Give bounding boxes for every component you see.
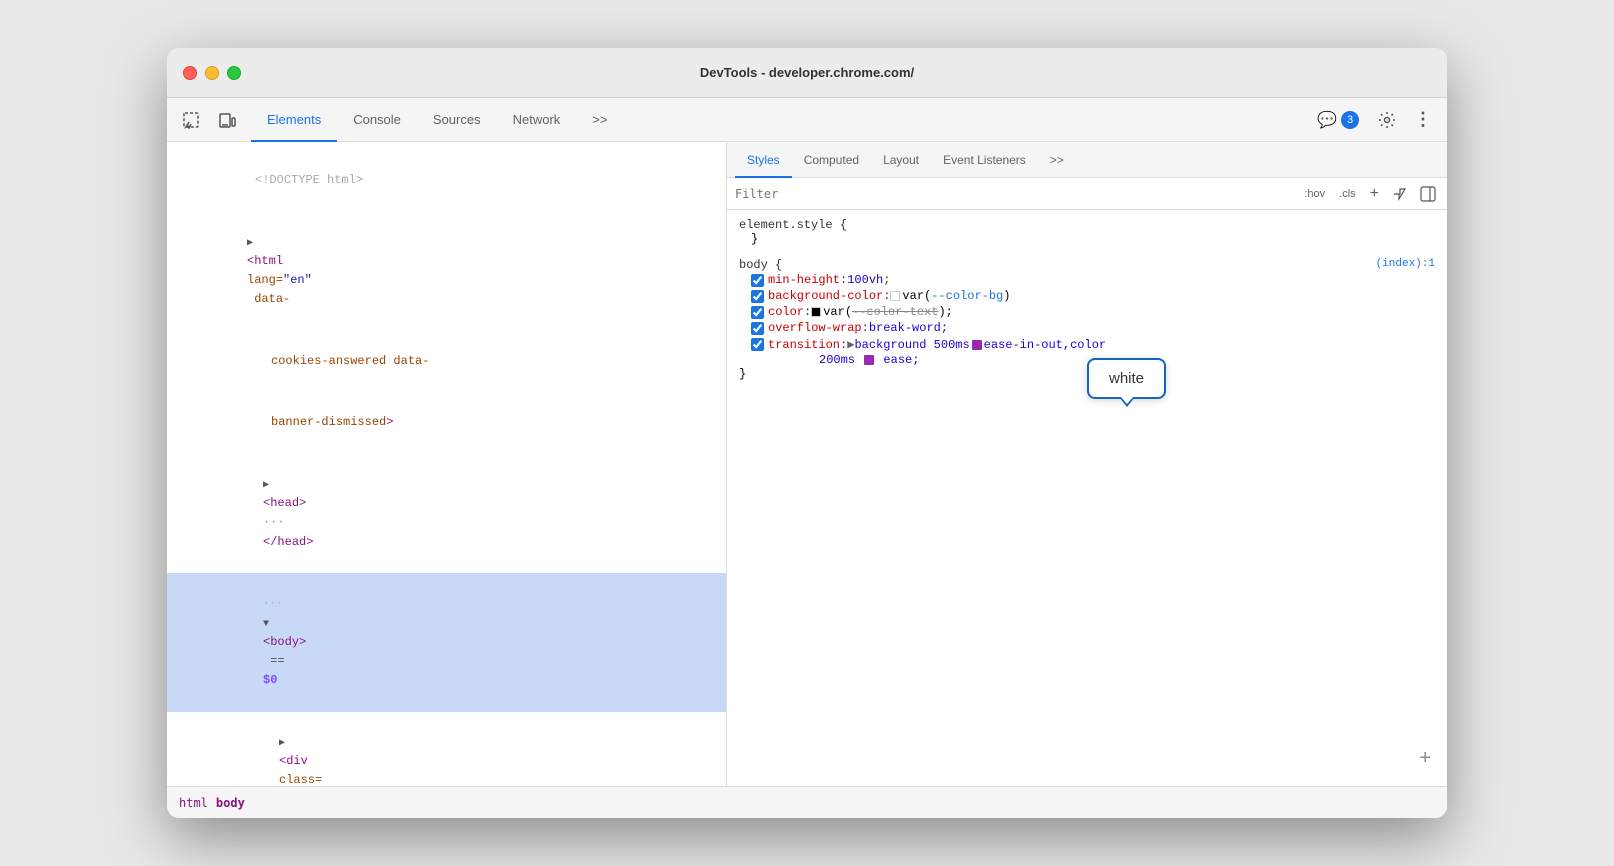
settings-button[interactable] <box>1371 104 1403 136</box>
dom-head-line[interactable]: <head> ··· </head> <box>167 454 726 573</box>
color-tooltip-text: white <box>1109 370 1144 387</box>
body-expand-icon[interactable] <box>263 617 269 633</box>
breadcrumb-html[interactable]: html <box>179 796 208 810</box>
color-tooltip: white <box>1087 358 1166 399</box>
transition-property: transition : ▶ background 500ms ease-in-… <box>739 336 1435 353</box>
close-button[interactable] <box>183 66 197 80</box>
tab-more[interactable]: >> <box>576 98 623 142</box>
color-checkbox[interactable] <box>751 306 764 319</box>
filter-input[interactable] <box>735 187 1292 201</box>
color-bg-var-link[interactable]: --color-bg <box>931 289 1003 303</box>
dom-html-attrs-line: cookies-answered data- <box>167 331 726 393</box>
color-text-var-link[interactable]: --color-text <box>852 305 938 319</box>
min-height-checkbox[interactable] <box>751 274 764 287</box>
filter-actions: :hov .cls + <box>1300 183 1439 205</box>
div-expand-icon[interactable] <box>279 736 285 752</box>
top-toolbar: Elements Console Sources Network >> 💬 <box>167 98 1447 142</box>
transition-expand-arrow[interactable]: ▶ <box>847 337 854 352</box>
filter-bar: :hov .cls + <box>727 178 1447 210</box>
transition-ease-swatch <box>972 340 982 350</box>
inspect-element-button[interactable] <box>175 104 207 136</box>
main-content: <!DOCTYPE html> <html lang="en" data- co… <box>167 142 1447 786</box>
fullscreen-button[interactable] <box>227 66 241 80</box>
toggle-element-state-button[interactable] <box>1389 183 1411 205</box>
tab-elements[interactable]: Elements <box>251 98 337 142</box>
traffic-lights <box>183 66 241 80</box>
tab-sources[interactable]: Sources <box>417 98 497 142</box>
device-toggle-button[interactable] <box>211 104 243 136</box>
element-style-rule: element.style { } <box>739 218 1435 246</box>
css-rules-area[interactable]: element.style { } body { (index):1 <box>727 210 1447 786</box>
dom-div-scaffold-line[interactable]: <div class= "scaffold" > ⟨ <box>167 712 726 786</box>
dom-panel[interactable]: <!DOCTYPE html> <html lang="en" data- co… <box>167 142 727 786</box>
tab-layout[interactable]: Layout <box>871 142 931 178</box>
tab-network[interactable]: Network <box>497 98 577 142</box>
css-source-link[interactable]: (index):1 <box>1376 258 1435 272</box>
html-expand-icon[interactable] <box>247 236 253 252</box>
toolbar-right-actions: 💬 3 ⋮ <box>1309 104 1439 136</box>
tab-more-styles[interactable]: >> <box>1038 142 1076 178</box>
breadcrumb-bar: html body <box>167 786 1447 818</box>
devtools-body: Elements Console Sources Network >> 💬 <box>167 98 1447 818</box>
hov-filter-button[interactable]: :hov <box>1300 186 1329 202</box>
overflow-wrap-property: overflow-wrap : break-word; <box>739 320 1435 336</box>
more-options-button[interactable]: ⋮ <box>1407 104 1439 136</box>
transition-ease2-swatch <box>864 355 874 365</box>
dom-body-line[interactable]: ··· <body> == $0 <box>167 573 726 712</box>
styles-panel: Styles Computed Layout Event Listeners >… <box>727 142 1447 786</box>
dom-html-attrs-line2: banner-dismissed> <box>167 392 726 454</box>
window-title: DevTools - developer.chrome.com/ <box>700 65 914 80</box>
body-selector[interactable]: body { <box>739 258 782 272</box>
minimize-button[interactable] <box>205 66 219 80</box>
dom-html-line[interactable]: <html lang="en" data- <box>167 212 726 331</box>
cls-filter-button[interactable]: .cls <box>1335 186 1360 202</box>
add-property-button[interactable]: + <box>1419 747 1431 770</box>
console-badge: 3 <box>1341 111 1359 129</box>
toggle-sidebar-button[interactable] <box>1417 183 1439 205</box>
add-class-button[interactable]: + <box>1366 183 1383 205</box>
element-style-close: } <box>739 232 1435 246</box>
min-height-property: min-height : 100vh ; <box>739 272 1435 288</box>
bg-color-swatch[interactable] <box>890 291 900 301</box>
dom-doctype-line: <!DOCTYPE html> <box>167 150 726 212</box>
console-messages-button[interactable]: 💬 3 <box>1309 106 1367 134</box>
styles-tabs: Styles Computed Layout Event Listeners >… <box>727 142 1447 178</box>
tab-event-listeners[interactable]: Event Listeners <box>931 142 1038 178</box>
head-expand-icon[interactable] <box>263 478 269 494</box>
devtools-window: DevTools - developer.chrome.com/ <box>167 48 1447 818</box>
background-color-property: background-color : var( --color-bg ) <box>739 288 1435 304</box>
bg-color-checkbox[interactable] <box>751 290 764 303</box>
transition-checkbox[interactable] <box>751 338 764 351</box>
main-tabs: Elements Console Sources Network >> <box>251 98 623 141</box>
element-style-selector: element.style { <box>739 218 1435 232</box>
tab-console[interactable]: Console <box>337 98 417 142</box>
titlebar: DevTools - developer.chrome.com/ <box>167 48 1447 98</box>
breadcrumb-body[interactable]: body <box>216 796 245 810</box>
body-rule-header: body { (index):1 <box>739 258 1435 272</box>
tab-styles[interactable]: Styles <box>735 142 792 178</box>
tab-computed[interactable]: Computed <box>792 142 871 178</box>
overflow-wrap-checkbox[interactable] <box>751 322 764 335</box>
color-swatch[interactable] <box>811 307 821 317</box>
color-property: color : var( --color-text ); <box>739 304 1435 320</box>
